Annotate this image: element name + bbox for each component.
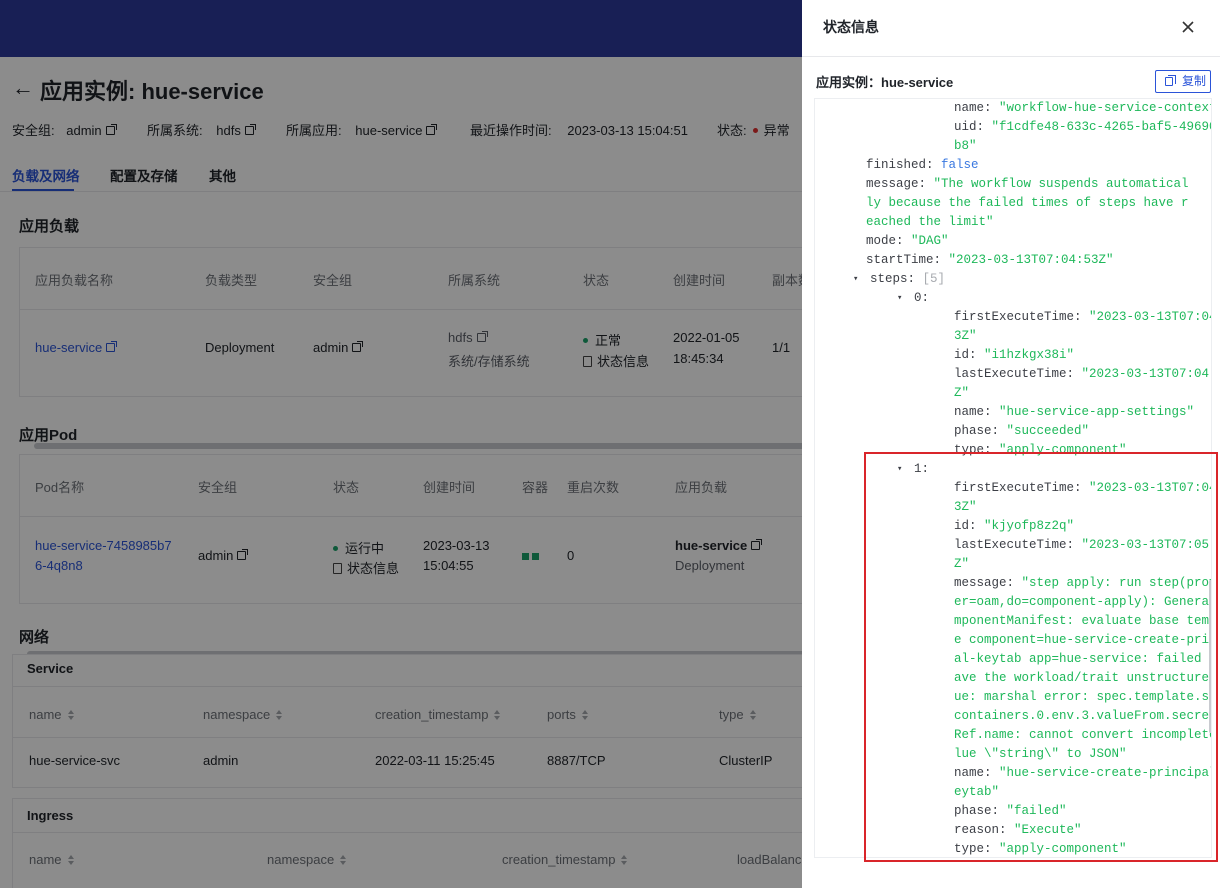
json-value: b8" xyxy=(954,139,977,153)
json-value: [5] xyxy=(922,272,946,286)
json-key: phase: xyxy=(954,424,1007,438)
json-value: "succeeded" xyxy=(1006,424,1090,438)
json-value: Z" xyxy=(954,386,970,400)
json-key: uid: xyxy=(954,120,992,134)
json-key: id: xyxy=(954,348,985,362)
json-value: false xyxy=(941,158,979,172)
json-value: "i1hzkgx38i" xyxy=(984,348,1075,362)
json-key: name: xyxy=(954,101,1000,115)
json-value: "2023-03-13T07:04:5 xyxy=(1089,310,1211,324)
collapse-toggle-icon[interactable]: ▾ xyxy=(897,289,902,308)
json-key: startTime: xyxy=(866,253,949,267)
json-value: "workflow-hue-service-context" xyxy=(999,101,1212,115)
error-highlight-box xyxy=(864,452,1218,862)
drawer-subtitle: 应用实例：hue-service xyxy=(816,75,954,90)
collapse-toggle-icon[interactable]: ▾ xyxy=(853,270,858,289)
json-value: "hue-service-app-settings" xyxy=(999,405,1195,419)
json-value: eached the limit" xyxy=(866,215,994,229)
json-value: "The workflow suspends automatical xyxy=(933,177,1189,191)
json-value: "2023-03-13T07:04:53 xyxy=(1081,367,1211,381)
status-drawer: 状态信息 应用实例：hue-service 复制 name: "workflow… xyxy=(802,0,1220,888)
json-key: message: xyxy=(866,177,934,191)
json-value: "f1cdfe48-633c-4265-baf5-4969013844 xyxy=(991,120,1211,134)
json-value: 3Z" xyxy=(954,329,977,343)
json-key: steps: xyxy=(870,272,923,286)
json-value: "DAG" xyxy=(911,234,949,248)
json-key: finished: xyxy=(866,158,942,172)
json-key: name: xyxy=(954,405,1000,419)
close-icon[interactable] xyxy=(1178,17,1198,37)
drawer-header-divider xyxy=(802,56,1220,57)
json-key: lastExecuteTime: xyxy=(954,367,1082,381)
copy-button[interactable]: 复制 xyxy=(1155,70,1211,93)
drawer-title: 状态信息 xyxy=(823,19,879,35)
modal-overlay[interactable] xyxy=(0,0,802,888)
json-key: mode: xyxy=(866,234,912,248)
json-key: 0: xyxy=(914,291,937,305)
json-value: "2023-03-13T07:04:53Z" xyxy=(948,253,1114,267)
json-value: ly because the failed times of steps hav… xyxy=(866,196,1189,210)
json-key: firstExecuteTime: xyxy=(954,310,1090,324)
